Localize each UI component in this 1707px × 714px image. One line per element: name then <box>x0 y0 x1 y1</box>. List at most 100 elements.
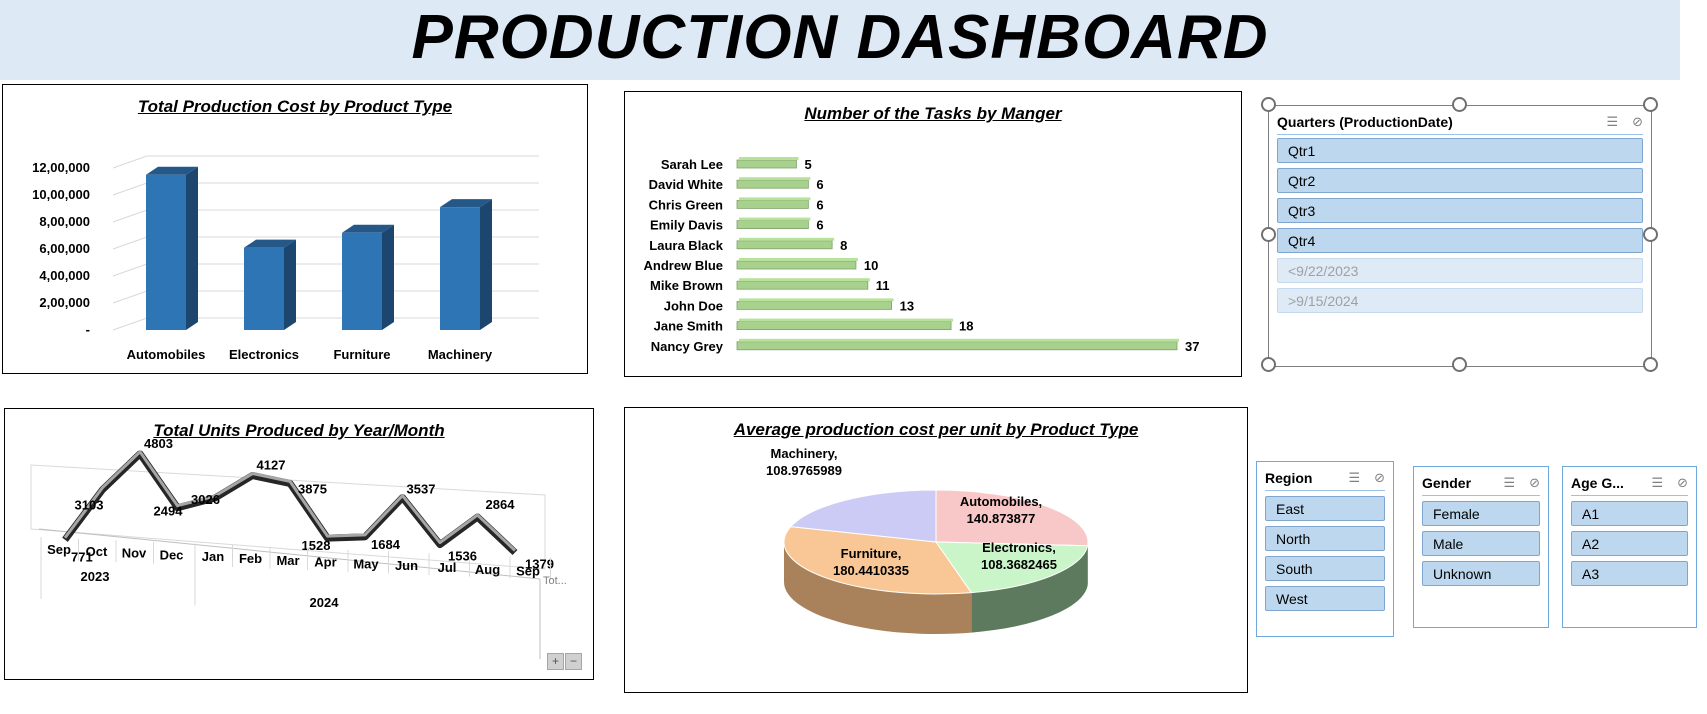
slicer-item-qtr2[interactable]: Qtr2 <box>1277 168 1643 193</box>
data-label: 2864 <box>486 497 516 512</box>
age-group-slicer[interactable]: Age G... ☰ ⊘ A1 A2 A3 <box>1562 466 1697 628</box>
data-label: 3026 <box>191 492 220 507</box>
dashboard-title: PRODUCTION DASHBOARD <box>411 3 1269 72</box>
x-tick-label: May <box>353 556 379 571</box>
slicer-title: Region <box>1265 470 1313 486</box>
y-tick-label: 8,00,000 <box>39 214 90 229</box>
avg-cost-pie-chart[interactable]: Average production cost per unit by Prod… <box>624 407 1248 693</box>
resize-handle[interactable] <box>1261 357 1276 372</box>
category-label: Andrew Blue <box>644 258 723 273</box>
slicer-item-north[interactable]: North <box>1265 526 1385 551</box>
bar-side <box>382 224 394 330</box>
slicer-item-female[interactable]: Female <box>1422 501 1540 526</box>
slicer-item-south[interactable]: South <box>1265 556 1385 581</box>
x-tick-label: Jan <box>202 549 224 564</box>
bar-top <box>739 278 870 282</box>
clear-filter-icon[interactable]: ⊘ <box>1374 470 1385 485</box>
clear-filter-icon[interactable]: ⊘ <box>1632 114 1643 129</box>
bar <box>736 321 952 331</box>
data-label: 6 <box>816 177 823 192</box>
gridline <box>112 155 148 169</box>
production-cost-plot: - 2,00,000 4,00,000 6,00,000 8,00,000 10,00,0… <box>32 155 539 362</box>
y-tick-label: 6,00,000 <box>39 241 90 256</box>
slicer-item-unknown[interactable]: Unknown <box>1422 561 1540 586</box>
slicer-item-a1[interactable]: A1 <box>1571 501 1688 526</box>
clear-filter-icon[interactable]: ⊘ <box>1529 475 1540 490</box>
bar-top <box>739 177 811 181</box>
units-produced-plot: 7713103480324943026412738751528 168435371… <box>30 436 567 659</box>
category-label: Chris Green <box>649 197 723 212</box>
x-tick-label: Sep <box>516 564 540 579</box>
slicer-item-9-22-2023[interactable]: <9/22/2023 <box>1277 258 1643 283</box>
slicer-item-qtr4[interactable]: Qtr4 <box>1277 228 1643 253</box>
slicer-title: Quarters (ProductionDate) <box>1277 114 1453 130</box>
x-tick-label: Furniture <box>333 347 390 362</box>
data-label: 18 <box>959 319 973 334</box>
production-cost-chart[interactable]: Total Production Cost by Product Type -2… <box>2 84 588 374</box>
slicer-item-qtr3[interactable]: Qtr3 <box>1277 198 1643 223</box>
category-label: Sarah Lee <box>661 157 723 172</box>
resize-handle[interactable] <box>1261 227 1276 242</box>
slice-label: Machinery, <box>771 446 838 461</box>
slicer-item-a2[interactable]: A2 <box>1571 531 1688 556</box>
slice-value-label: 180.4410335 <box>833 563 909 578</box>
resize-handle[interactable] <box>1452 97 1467 112</box>
bar <box>736 159 797 169</box>
data-label: 3103 <box>75 498 104 513</box>
data-label: 3537 <box>407 482 436 497</box>
bar-top <box>739 157 799 160</box>
x-tick-label: Electronics <box>229 347 299 362</box>
slicer-item-west[interactable]: West <box>1265 586 1385 611</box>
slicer-item-qtr1[interactable]: Qtr1 <box>1277 138 1643 163</box>
bar <box>736 300 892 310</box>
units-produced-chart[interactable]: Total Units Produced by Year/Month 771 31… <box>4 408 594 680</box>
x-tick-label: Mar <box>276 553 299 568</box>
resize-handle[interactable] <box>1643 97 1658 112</box>
category-label: John Doe <box>664 298 723 313</box>
multi-select-icon[interactable]: ☰ <box>1348 470 1360 485</box>
bar-top <box>739 338 1179 342</box>
slicer-toolbar: ☰ ⊘ <box>1592 114 1643 130</box>
slicer-item-male[interactable]: Male <box>1422 531 1540 556</box>
multi-select-icon[interactable]: ☰ <box>1606 114 1618 129</box>
slicer-item-a3[interactable]: A3 <box>1571 561 1688 586</box>
resize-handle[interactable] <box>1643 227 1658 242</box>
data-label: 11 <box>876 278 890 293</box>
resize-handle[interactable] <box>1452 357 1467 372</box>
bar <box>736 280 869 290</box>
y-tick-label: 2,00,000 <box>39 295 90 310</box>
multi-select-icon[interactable]: ☰ <box>1651 475 1663 490</box>
x-tick-label: Sep <box>47 542 71 557</box>
slice-label: Furniture, <box>841 546 902 561</box>
quarters-slicer[interactable]: Quarters (ProductionDate) ☰ ⊘ Qtr1 Qtr2 Qtr3 Q… <box>1268 105 1652 367</box>
slicer-item-9-15-2024[interactable]: >9/15/2024 <box>1277 288 1643 313</box>
bar-top <box>739 237 835 241</box>
gridline <box>112 236 148 250</box>
x-tick-label: Machinery <box>428 347 493 362</box>
bar <box>736 240 833 250</box>
group-label: 2024 <box>310 595 340 610</box>
avg-cost-pie-plot: Automobiles, 140.873877 Electronics, 108.36… <box>766 446 1089 634</box>
clear-filter-icon[interactable]: ⊘ <box>1677 475 1688 490</box>
series-label: Tot... <box>543 575 567 587</box>
x-tick-label: Aug <box>475 562 500 577</box>
slicer-item-east[interactable]: East <box>1265 496 1385 521</box>
resize-handle[interactable] <box>1261 97 1276 112</box>
region-slicer[interactable]: Region ☰ ⊘ East North South West <box>1256 461 1394 637</box>
collapse-field-button[interactable]: − <box>565 653 582 670</box>
bar <box>736 341 1178 351</box>
gender-slicer[interactable]: Gender ☰ ⊘ Female Male Unknown <box>1413 466 1549 628</box>
tasks-by-manager-chart[interactable]: Number of the Tasks by Manger Sarah Lee 5… <box>624 91 1242 377</box>
slicer-header: Age G... ☰ ⊘ <box>1571 473 1688 496</box>
bar-top <box>739 258 858 261</box>
slicer-title: Gender <box>1422 475 1472 491</box>
y-tick-label: - <box>86 322 90 337</box>
bar-side <box>284 239 296 330</box>
y-tick-label: 12,00,000 <box>32 160 90 175</box>
multi-select-icon[interactable]: ☰ <box>1503 475 1515 490</box>
data-label: 6 <box>816 218 823 233</box>
bar <box>736 220 809 230</box>
expand-field-button[interactable]: + <box>547 653 564 670</box>
resize-handle[interactable] <box>1643 357 1658 372</box>
slicer-toolbar: ☰ ⊘ <box>1489 475 1540 491</box>
